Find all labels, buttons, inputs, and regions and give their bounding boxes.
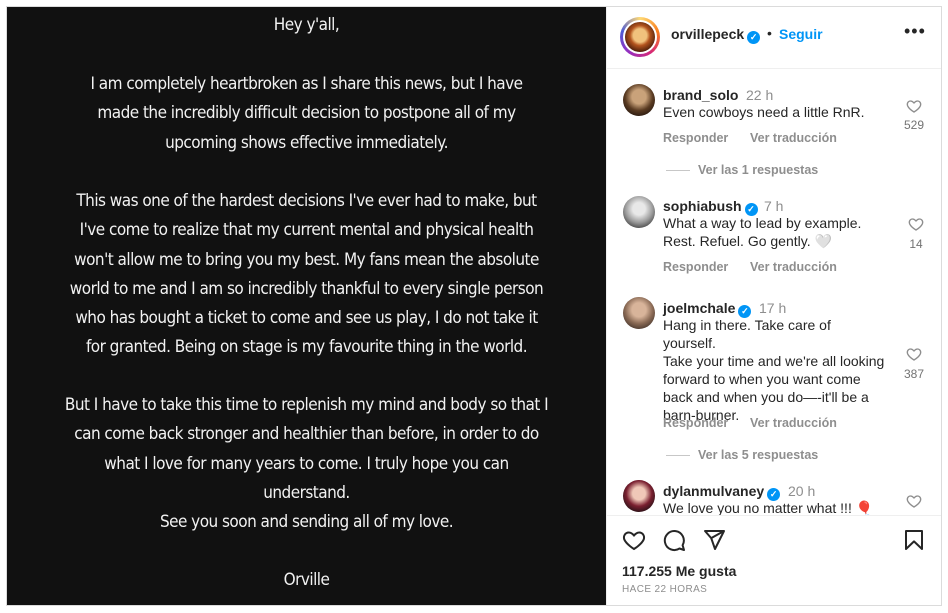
- post-header: orvillepeck ✓ • Seguir •••: [607, 7, 941, 69]
- like-comment-heart-icon[interactable]: [908, 216, 924, 232]
- commenter-avatar[interactable]: [623, 480, 655, 512]
- commenter-username-text[interactable]: sophiabush: [663, 198, 742, 214]
- comment-line: Hang in there. Take care of yourself.: [663, 317, 831, 351]
- comment-time: 17 h: [759, 300, 787, 316]
- comment-text: We love you no matter what !!! 🎈: [663, 499, 885, 515]
- comment-line: Rest. Refuel. Go gently. 🤍: [663, 233, 832, 249]
- reply-button[interactable]: Responder: [663, 416, 728, 430]
- comment-line: We love you no matter what !!! 🎈: [663, 500, 874, 515]
- see-translation-button[interactable]: Ver traducción: [750, 260, 837, 274]
- reply-button[interactable]: Responder: [663, 131, 728, 145]
- like-comment-heart-icon[interactable]: [906, 346, 922, 362]
- comment-like-count: 387: [903, 367, 925, 381]
- comment-time: 22 h: [746, 87, 774, 103]
- comment-text: Even cowboys need a little RnR.: [663, 103, 885, 121]
- post-actions: 117.255 Me gusta HACE 22 HORAS: [607, 515, 941, 605]
- view-replies-button[interactable]: Ver las 1 respuestas: [666, 163, 818, 177]
- comment-line: forward to when you want come: [663, 371, 861, 387]
- more-options-icon[interactable]: •••: [904, 21, 926, 42]
- comments-list[interactable]: brand_solo 22 h Even cowboys need a litt…: [607, 70, 941, 515]
- comment-line: Take your time and we're all looking: [663, 353, 885, 369]
- like-comment-heart-icon[interactable]: [906, 98, 922, 114]
- comment-time: 7 h: [764, 198, 784, 214]
- comment-line: Even cowboys need a little RnR.: [663, 104, 865, 120]
- view-replies-label[interactable]: Ver las 1 respuestas: [698, 163, 818, 177]
- share-paper-plane-icon[interactable]: [702, 528, 726, 552]
- letter-paragraph-3: But I have to take this time to replenis…: [64, 395, 549, 503]
- commenter-avatar[interactable]: [623, 196, 655, 228]
- reply-button[interactable]: Responder: [663, 260, 728, 274]
- view-replies-label[interactable]: Ver las 5 respuestas: [698, 448, 818, 462]
- comment-line: What a way to lead by example.: [663, 215, 862, 231]
- comment-like-count: 14: [909, 237, 923, 251]
- follow-button[interactable]: Seguir: [779, 26, 823, 42]
- post-image[interactable]: Hey y'all, I am completely heartbroken a…: [7, 7, 606, 605]
- view-replies-button[interactable]: Ver las 5 respuestas: [666, 448, 818, 462]
- author-username[interactable]: orvillepeck ✓: [671, 26, 761, 44]
- comment-bubble-icon[interactable]: [662, 528, 686, 552]
- comment-text: What a way to lead by example. Rest. Ref…: [663, 214, 885, 250]
- header-separator: •: [767, 25, 772, 41]
- letter-signature: Orville: [283, 570, 330, 590]
- author-username-text[interactable]: orvillepeck: [671, 26, 744, 42]
- see-translation-button[interactable]: Ver traducción: [750, 416, 837, 430]
- commenter-avatar[interactable]: [623, 84, 655, 116]
- comment-time: 20 h: [788, 483, 816, 499]
- post-timestamp[interactable]: HACE 22 HORAS: [622, 584, 707, 595]
- like-comment-heart-icon[interactable]: [906, 493, 922, 509]
- verified-badge-icon: ✓: [747, 31, 761, 44]
- like-heart-icon[interactable]: [622, 528, 646, 552]
- commenter-username-text[interactable]: dylanmulvaney: [663, 483, 764, 499]
- letter-paragraph-2: This was one of the hardest decisions I'…: [69, 191, 544, 358]
- letter-paragraph-1: I am completely heartbroken as I share t…: [90, 74, 524, 153]
- commenter-avatar[interactable]: [623, 297, 655, 329]
- comment-like-count: 529: [903, 118, 925, 132]
- post-sidebar: orvillepeck ✓ • Seguir ••• brand_solo 22 …: [606, 7, 941, 605]
- comment-line: back and when you do—-it'll be a: [663, 389, 869, 405]
- commenter-username[interactable]: brand_solo: [663, 87, 738, 103]
- post-modal: Hey y'all, I am completely heartbroken a…: [6, 6, 942, 606]
- letter-greeting: Hey y'all,: [273, 15, 340, 35]
- comment-text: Hang in there. Take care of yourself. Ta…: [663, 316, 885, 424]
- letter-signoff: See you soon and sending all of my love.: [159, 512, 454, 532]
- commenter-username-text[interactable]: joelmchale: [663, 300, 735, 316]
- author-avatar[interactable]: [620, 17, 660, 57]
- see-translation-button[interactable]: Ver traducción: [750, 131, 837, 145]
- save-bookmark-icon[interactable]: [902, 528, 926, 552]
- post-likes-count[interactable]: 117.255 Me gusta: [622, 563, 736, 579]
